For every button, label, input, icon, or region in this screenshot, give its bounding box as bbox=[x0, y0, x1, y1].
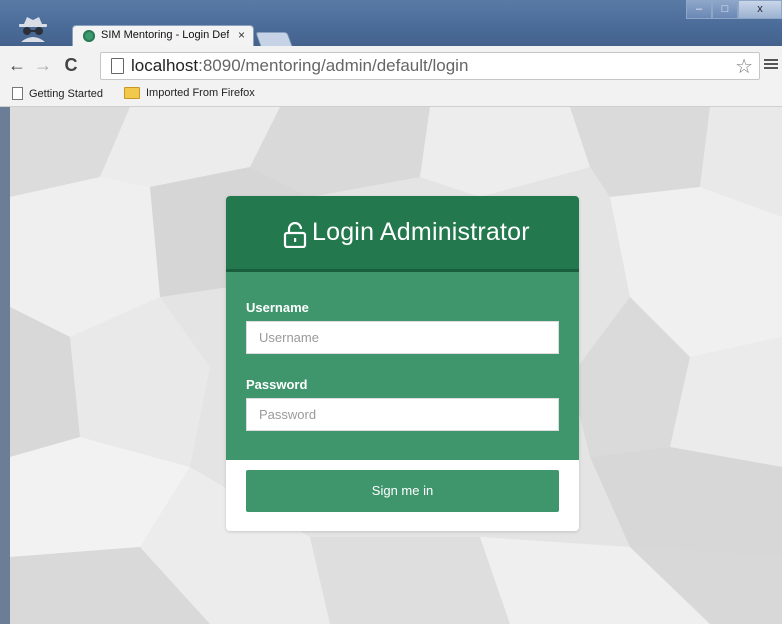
bookmarks-bar: Getting Started Imported From Firefox bbox=[0, 84, 782, 107]
forward-button[interactable]: → bbox=[32, 54, 54, 76]
browser-tab[interactable]: SIM Mentoring - Login Defaul × bbox=[72, 25, 254, 47]
tab-title: SIM Mentoring - Login Defaul bbox=[101, 29, 229, 41]
bookmark-star-icon[interactable]: ☆ bbox=[735, 54, 753, 79]
window-controls: – □ x bbox=[686, 0, 782, 22]
reload-button[interactable]: C bbox=[60, 54, 82, 76]
login-title: Login Administrator bbox=[312, 218, 530, 246]
page-icon bbox=[12, 87, 23, 100]
maximize-button[interactable]: □ bbox=[712, 0, 738, 19]
unlock-icon bbox=[283, 222, 307, 248]
browser-toolbar: ← → C localhost:8090/mentoring/admin/def… bbox=[0, 46, 782, 85]
login-panel: Login Administrator Username Password Si… bbox=[226, 196, 579, 531]
username-label: Username bbox=[246, 300, 309, 315]
login-form: Username Password bbox=[226, 272, 579, 460]
url-host: localhost bbox=[131, 56, 199, 75]
bookmark-label: Getting Started bbox=[29, 87, 103, 100]
menu-icon[interactable] bbox=[764, 57, 778, 71]
new-tab-button[interactable] bbox=[255, 32, 293, 47]
username-input[interactable] bbox=[247, 322, 558, 353]
username-field[interactable] bbox=[246, 321, 559, 354]
bookmark-imported-from-firefox[interactable]: Imported From Firefox bbox=[124, 87, 255, 99]
incognito-icon bbox=[19, 17, 47, 42]
minimize-button[interactable]: – bbox=[686, 0, 712, 19]
login-header: Login Administrator bbox=[226, 196, 579, 272]
bookmark-label: Imported From Firefox bbox=[146, 87, 255, 99]
site-favicon-icon bbox=[83, 30, 95, 42]
browser-window: SIM Mentoring - Login Defaul × – □ x ← →… bbox=[0, 0, 782, 624]
title-bar: SIM Mentoring - Login Defaul × – □ x bbox=[0, 0, 782, 47]
page-content: Login Administrator Username Password Si… bbox=[10, 107, 782, 624]
address-bar[interactable]: localhost:8090/mentoring/admin/default/l… bbox=[100, 52, 760, 80]
password-input[interactable] bbox=[247, 399, 558, 430]
password-label: Password bbox=[246, 377, 308, 392]
back-button[interactable]: ← bbox=[6, 54, 28, 76]
page-icon bbox=[111, 58, 124, 74]
folder-icon bbox=[124, 87, 140, 99]
tab-close-icon[interactable]: × bbox=[238, 28, 245, 42]
sign-in-button[interactable]: Sign me in bbox=[246, 470, 559, 512]
url-path: :8090/mentoring/admin/default/login bbox=[198, 56, 469, 75]
password-field[interactable] bbox=[246, 398, 559, 431]
url-text: localhost:8090/mentoring/admin/default/l… bbox=[131, 56, 468, 76]
close-window-button[interactable]: x bbox=[738, 0, 782, 19]
bookmark-getting-started[interactable]: Getting Started bbox=[12, 87, 103, 100]
